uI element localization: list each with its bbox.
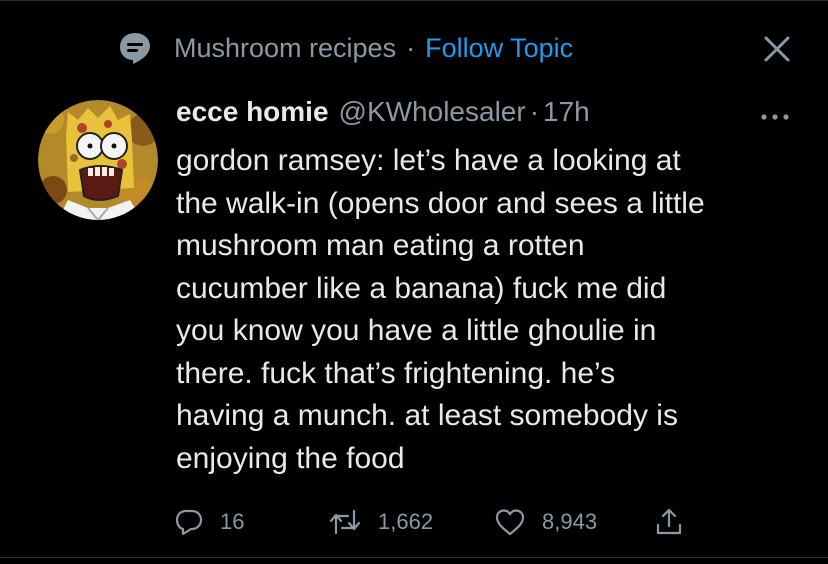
tweet-text-line: there. fuck that’s frightening. he’s	[176, 356, 616, 390]
tweet-text-line: you know you have a little ghoulie in	[176, 314, 657, 347]
bottom-divider	[0, 557, 828, 558]
like-icon	[495, 509, 525, 536]
more-options-button[interactable]	[756, 106, 794, 128]
header-separator: ·	[529, 96, 540, 127]
reply-count: 16	[220, 509, 245, 534]
tweet-text-line: gordon ramsey: let’s have a looking at	[176, 144, 681, 177]
follow-topic-button[interactable]: Follow Topic	[425, 33, 573, 64]
tweet-text-line: mushroom man eating a rotten	[176, 229, 585, 262]
topic-header: Mushroom recipes · Follow Topic	[118, 28, 573, 68]
reply-icon	[175, 509, 203, 536]
reply-button[interactable]: 16	[174, 505, 244, 539]
avatar[interactable]	[38, 100, 158, 220]
retweet-count: 1,662	[378, 509, 434, 534]
topic-separator: ·	[406, 32, 416, 63]
user-handle[interactable]: @KWholesaler	[339, 96, 526, 128]
tweet-header: ecce homie @KWholesaler · 17h	[176, 96, 590, 136]
share-icon	[656, 508, 682, 535]
tweet-text-line: the walk-in (opens door and sees a littl…	[176, 186, 705, 220]
share-button[interactable]	[654, 505, 684, 539]
tweet-actions: 16 1,662 8,943	[174, 505, 734, 539]
like-count: 8,943	[542, 509, 598, 534]
tweet-text: gordon ramsey: let’s have a looking at t…	[176, 140, 796, 480]
topic-icon	[118, 31, 152, 65]
display-name[interactable]: ecce homie	[176, 96, 329, 128]
close-button[interactable]	[760, 32, 794, 66]
tweet-text-line: cucumber like a banana) fuck me did	[176, 271, 667, 305]
timestamp[interactable]: 17h	[543, 96, 590, 128]
tweet-text-line: having a munch. at least somebody is	[176, 399, 678, 432]
topic-name[interactable]: Mushroom recipes	[174, 33, 396, 64]
tweet-text-line: enjoying the food	[176, 441, 405, 475]
like-button[interactable]: 8,943	[494, 505, 597, 539]
close-icon	[764, 36, 790, 62]
retweet-button[interactable]: 1,662	[328, 505, 433, 539]
retweet-icon	[329, 509, 361, 535]
top-divider	[0, 0, 828, 1]
more-icon	[761, 114, 789, 120]
